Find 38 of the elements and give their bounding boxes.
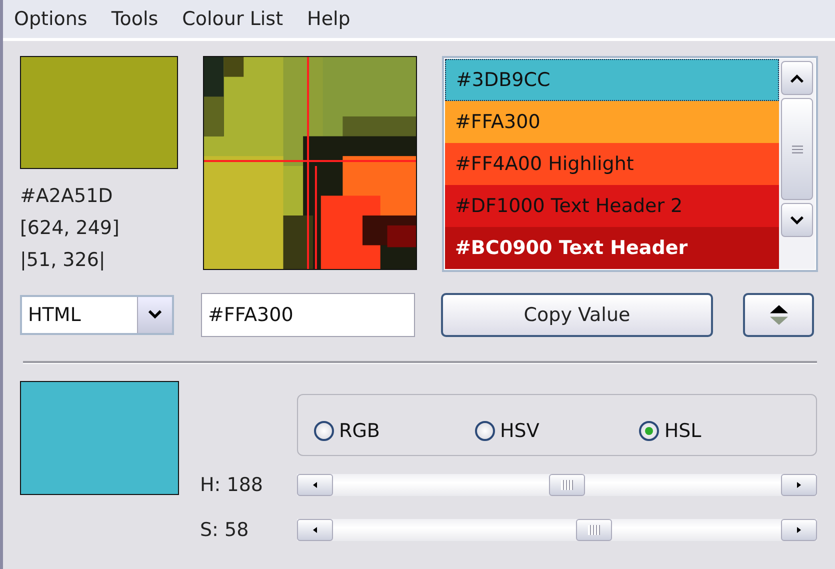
copy-value-button[interactable]: Copy Value (441, 292, 713, 336)
list-item[interactable]: #FFA300 (445, 101, 779, 143)
grip-icon (792, 144, 802, 154)
menu-item[interactable]: Colour List (182, 8, 284, 30)
move-button[interactable] (743, 292, 814, 336)
scroll-thumb[interactable] (781, 98, 813, 200)
scrollbar[interactable] (779, 59, 815, 269)
radio-option[interactable]: HSL (639, 420, 702, 442)
chevron-down-icon (148, 310, 162, 319)
scroll-left-button[interactable] (297, 474, 333, 496)
list-item[interactable]: #3DB9CC (445, 59, 779, 101)
value-field[interactable]: #FFA300 (201, 292, 415, 336)
menu-item[interactable]: Tools (111, 8, 158, 30)
scroll-up-button[interactable] (781, 61, 813, 95)
coordinates: [624, 249] (20, 216, 120, 241)
radio-option[interactable]: HSV (474, 420, 540, 442)
menu-item[interactable]: Help (307, 8, 350, 30)
list-item[interactable]: #DF1000 Text Header 2 (445, 185, 779, 227)
chevron-down-icon (790, 216, 804, 224)
up-down-arrows-icon (770, 304, 788, 324)
scroll-right-button[interactable] (781, 518, 817, 540)
coordinates: |51, 326| (20, 248, 106, 273)
menu-item[interactable]: Options (14, 8, 88, 30)
hex-value: #A2A51D (20, 184, 114, 209)
scroll-right-button[interactable] (781, 474, 817, 496)
chevron-up-icon (790, 74, 804, 82)
format-dropdown[interactable]: HTML (20, 294, 174, 334)
list-item[interactable]: #BC0900 Text Header (445, 227, 779, 269)
list-item[interactable]: #FF4A00 Highlight (445, 143, 779, 185)
slider[interactable] (297, 474, 817, 496)
slider-thumb[interactable] (576, 518, 612, 540)
slider-thumb[interactable] (548, 474, 585, 496)
scroll-down-button[interactable] (781, 203, 813, 237)
slider-label: S: 58 (200, 518, 250, 540)
slider-label: H: 188 (200, 474, 264, 496)
slider[interactable] (297, 518, 817, 540)
radio-option[interactable]: RGB (314, 420, 380, 442)
scroll-left-button[interactable] (297, 518, 333, 540)
